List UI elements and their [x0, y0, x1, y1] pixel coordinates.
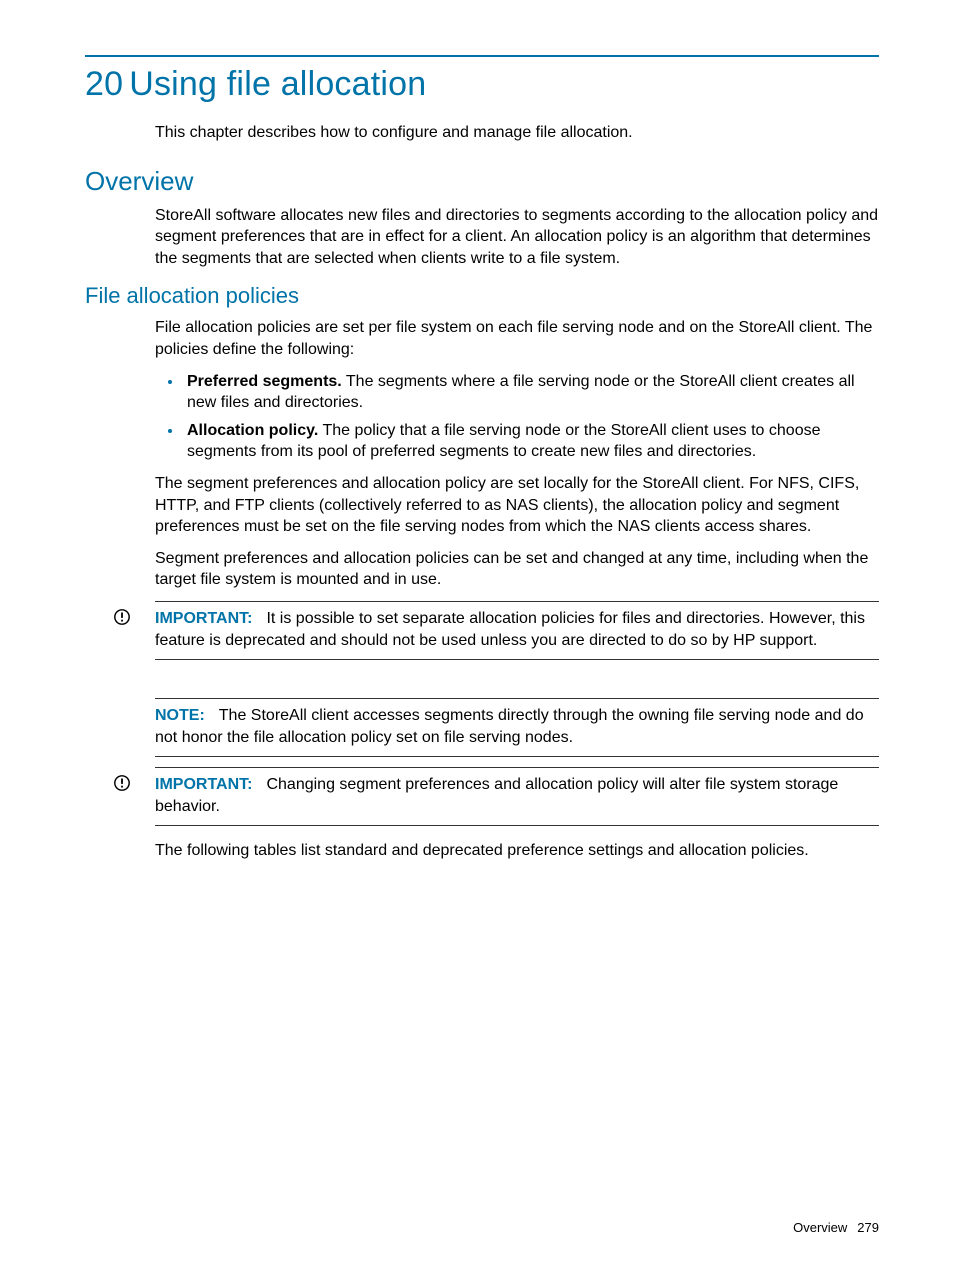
callout-label: NOTE: [155, 707, 205, 724]
spacer [85, 670, 879, 688]
callout-text: Changing segment preferences and allocat… [155, 776, 838, 815]
top-rule [85, 55, 879, 57]
list-item: Preferred segments. The segments where a… [183, 371, 879, 414]
policies-bullet-list: Preferred segments. The segments where a… [155, 371, 879, 463]
bullet-term: Preferred segments. [187, 373, 342, 390]
policies-para2: The segment preferences and allocation p… [155, 473, 879, 538]
callout-label: IMPORTANT: [155, 776, 252, 793]
policies-intro: File allocation policies are set per fil… [155, 317, 879, 360]
chapter-title-text: Using file allocation [129, 65, 426, 103]
chapter-intro: This chapter describes how to configure … [155, 122, 879, 144]
chapter-number: 20 [85, 65, 123, 103]
important-icon [113, 774, 131, 792]
important-callout: IMPORTANT:It is possible to set separate… [155, 601, 879, 660]
callout-text: It is possible to set separate allocatio… [155, 610, 865, 649]
important-callout: IMPORTANT:Changing segment preferences a… [155, 767, 879, 826]
policies-para3: Segment preferences and allocation polic… [155, 548, 879, 591]
overview-paragraph: StoreAll software allocates new files an… [155, 205, 879, 270]
callout-label: IMPORTANT: [155, 610, 252, 627]
section-overview-heading: Overview [85, 166, 879, 197]
callout-text: The StoreAll client accesses segments di… [155, 707, 864, 746]
bullet-term: Allocation policy. [187, 422, 318, 439]
footer-page-number: 279 [857, 1220, 879, 1235]
important-icon [113, 608, 131, 626]
list-item: Allocation policy. The policy that a fil… [183, 420, 879, 463]
subsection-policies-heading: File allocation policies [85, 283, 879, 309]
page-container: 20Using file allocation This chapter des… [0, 0, 954, 862]
page-footer: Overview 279 [793, 1220, 879, 1235]
footer-section: Overview [793, 1220, 847, 1235]
note-callout: NOTE:The StoreAll client accesses segmen… [155, 698, 879, 757]
chapter-title: 20Using file allocation [85, 65, 879, 104]
closing-paragraph: The following tables list standard and d… [155, 840, 879, 862]
